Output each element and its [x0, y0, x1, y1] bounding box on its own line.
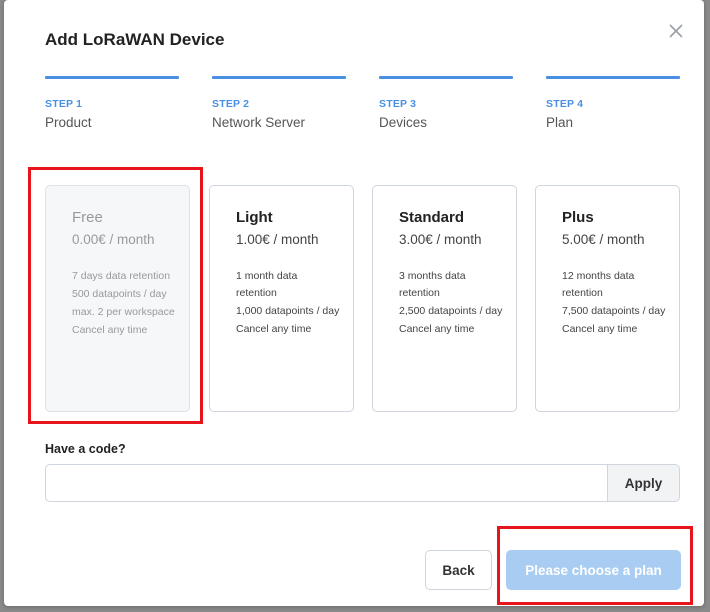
plan-name: Standard [399, 209, 465, 226]
plan-card-standard[interactable]: Standard 3.00€ / month 3 months data ret… [372, 185, 517, 412]
step-network-server: STEP 2 Network Server [212, 76, 346, 130]
plan-card-plus[interactable]: Plus 5.00€ / month 12 months data retent… [535, 185, 680, 412]
plan-feature: 500 datapoints / day [72, 288, 167, 300]
plan-feature: Cancel any time [72, 324, 148, 336]
plan-price: 1.00€ / month [236, 232, 319, 247]
plan-feature: Cancel any time [399, 323, 475, 335]
step-progress-bar [45, 76, 179, 79]
step-progress-bar [212, 76, 346, 79]
choose-plan-button[interactable]: Please choose a plan [506, 550, 681, 590]
plan-name: Free [72, 209, 103, 226]
plan-card-light[interactable]: Light 1.00€ / month 1 month data retenti… [209, 185, 354, 412]
step-progress-bar [379, 76, 513, 79]
plan-feature: 7,500 datapoints / day [562, 305, 666, 317]
step-number: STEP 3 [379, 98, 417, 110]
plan-name: Light [236, 209, 273, 226]
add-device-dialog: Add LoRaWAN Device STEP 1 Product STEP 2… [4, 0, 704, 606]
plan-features: 1 month data retention 1,000 datapoints … [236, 268, 341, 339]
plan-features: 7 days data retention 500 datapoints / d… [72, 268, 177, 340]
plan-feature: 2,500 datapoints / day [399, 305, 503, 317]
plan-feature: max. 2 per workspace [72, 306, 175, 318]
plan-feature: 1 month data retention [236, 270, 298, 299]
step-number: STEP 2 [212, 98, 250, 110]
plan-price: 5.00€ / month [562, 232, 645, 247]
step-name: Network Server [212, 115, 306, 130]
step-number: STEP 4 [546, 98, 584, 110]
step-number: STEP 1 [45, 98, 83, 110]
code-label: Have a code? [45, 442, 126, 456]
plan-price: 0.00€ / month [72, 232, 155, 247]
plan-features: 12 months data retention 7,500 datapoint… [562, 268, 667, 339]
step-name: Plan [546, 115, 574, 130]
step-product: STEP 1 Product [45, 76, 179, 130]
dialog-title: Add LoRaWAN Device [45, 30, 225, 49]
plan-card-free: Free 0.00€ / month 7 days data retention… [45, 185, 190, 412]
plan-price: 3.00€ / month [399, 232, 482, 247]
plan-feature: 12 months data retention [562, 270, 635, 299]
step-name: Devices [379, 115, 428, 130]
plan-feature: Cancel any time [236, 323, 312, 335]
step-devices: STEP 3 Devices [379, 76, 513, 130]
plan-feature: Cancel any time [562, 323, 638, 335]
plan-features: 3 months data retention 2,500 datapoints… [399, 268, 504, 339]
step-progress-bar [546, 76, 680, 79]
code-input[interactable] [45, 464, 609, 502]
close-icon[interactable] [665, 20, 687, 42]
plan-feature: 7 days data retention [72, 270, 171, 282]
step-plan: STEP 4 Plan [546, 76, 680, 130]
plan-name: Plus [562, 209, 594, 226]
stepper: STEP 1 Product STEP 2 Network Server STE… [45, 76, 681, 136]
plan-feature: 1,000 datapoints / day [236, 305, 340, 317]
step-name: Product [45, 115, 92, 130]
back-button[interactable]: Back [425, 550, 492, 590]
plan-feature: 3 months data retention [399, 270, 466, 299]
apply-button[interactable]: Apply [607, 464, 680, 502]
